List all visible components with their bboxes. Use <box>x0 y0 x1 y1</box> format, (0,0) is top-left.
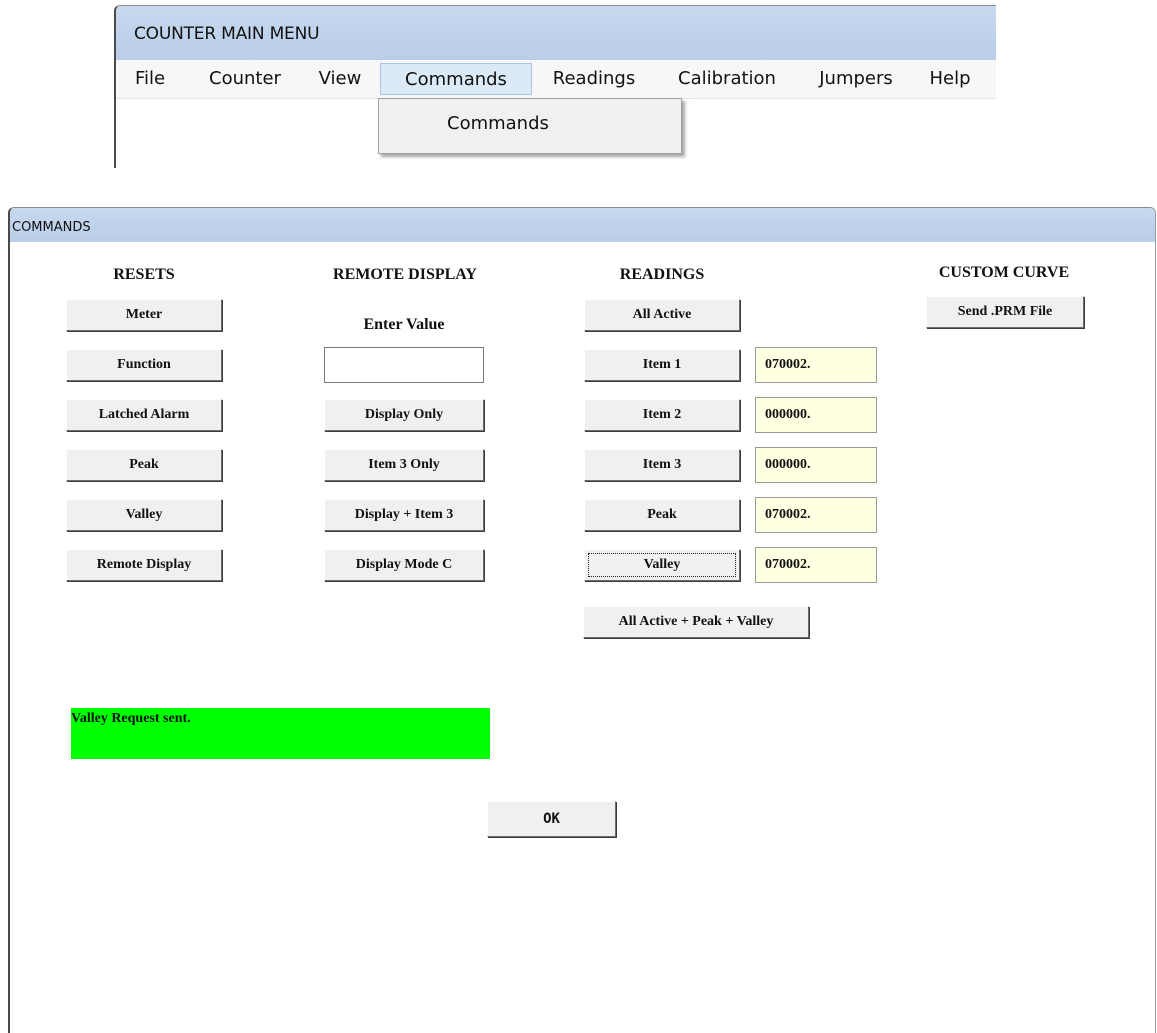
menu-view[interactable]: View <box>310 63 370 95</box>
valley-value: 070002. <box>755 547 877 583</box>
display-plus-item3-button[interactable]: Display + Item 3 <box>324 499 484 531</box>
menu-calibration[interactable]: Calibration <box>662 63 792 95</box>
menu-counter[interactable]: Counter <box>196 63 294 95</box>
read-item2-button[interactable]: Item 2 <box>584 399 740 431</box>
item3-only-button[interactable]: Item 3 Only <box>324 449 484 481</box>
read-item1-button[interactable]: Item 1 <box>584 349 740 381</box>
remote-display-header: REMOTE DISPLAY <box>333 266 477 283</box>
read-all-active-peak-valley-button[interactable]: All Active + Peak + Valley <box>583 606 809 638</box>
item2-value: 000000. <box>755 397 877 433</box>
commands-dialog-title: COMMANDS <box>12 220 91 235</box>
item1-value: 070002. <box>755 347 877 383</box>
status-message: Valley Request sent. <box>71 708 490 759</box>
display-mode-c-button[interactable]: Display Mode C <box>324 549 484 581</box>
menu-readings[interactable]: Readings <box>540 63 648 95</box>
menu-jumpers[interactable]: Jumpers <box>806 63 906 95</box>
commands-dropdown: Commands <box>378 98 682 154</box>
main-window-title: COUNTER MAIN MENU <box>134 24 320 44</box>
item3-value: 000000. <box>755 447 877 483</box>
readings-header: READINGS <box>619 266 705 283</box>
read-item3-button[interactable]: Item 3 <box>584 449 740 481</box>
ok-button[interactable]: OK <box>487 801 616 837</box>
read-all-active-button[interactable]: All Active <box>584 299 740 331</box>
reset-peak-button[interactable]: Peak <box>66 449 222 481</box>
menu-bar: File Counter View Commands Readings Cali… <box>116 60 996 99</box>
remote-value-input[interactable] <box>324 347 484 383</box>
peak-value: 070002. <box>755 497 877 533</box>
main-window-titlebar[interactable]: COUNTER MAIN MENU <box>116 6 996 60</box>
read-peak-button[interactable]: Peak <box>584 499 740 531</box>
reset-function-button[interactable]: Function <box>66 349 222 381</box>
menu-file[interactable]: File <box>124 63 176 95</box>
reset-latched-alarm-button[interactable]: Latched Alarm <box>66 399 222 431</box>
resets-header: RESETS <box>113 266 175 283</box>
commands-dialog-titlebar[interactable]: COMMANDS <box>10 208 1155 242</box>
reset-valley-button[interactable]: Valley <box>66 499 222 531</box>
menu-commands[interactable]: Commands <box>380 63 532 95</box>
reset-remote-display-button[interactable]: Remote Display <box>66 549 222 581</box>
enter-value-label: Enter Value <box>363 316 445 333</box>
custom-curve-header: CUSTOM CURVE <box>938 264 1070 281</box>
menu-help[interactable]: Help <box>920 63 980 95</box>
read-valley-button[interactable]: Valley <box>584 549 740 581</box>
dropdown-item-commands[interactable]: Commands <box>447 113 549 134</box>
reset-meter-button[interactable]: Meter <box>66 299 222 331</box>
display-only-button[interactable]: Display Only <box>324 399 484 431</box>
send-prm-file-button[interactable]: Send .PRM File <box>926 296 1084 328</box>
